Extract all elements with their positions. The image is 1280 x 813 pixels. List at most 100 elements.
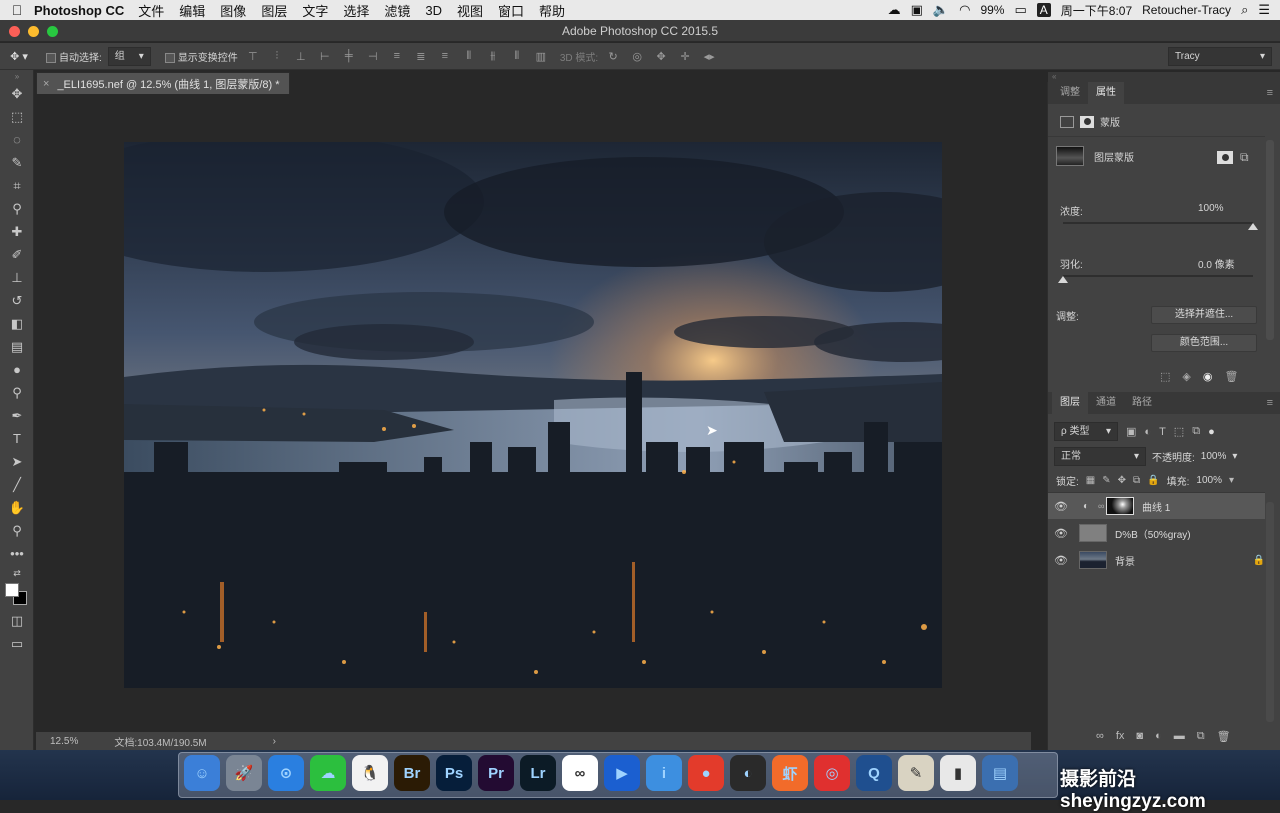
status-arrow-icon[interactable]: › [273,736,276,747]
tab-paths[interactable]: 路径 [1124,392,1160,414]
dock-textedit-icon[interactable]: ✎ [898,755,934,791]
zoom-tool-icon[interactable]: ⚲ [0,519,34,542]
menu-help[interactable]: 帮助 [539,1,565,20]
zoom-window-icon[interactable] [47,26,58,37]
show-transform-checkbox[interactable]: 显示变换控件 [164,49,238,64]
workspace-dropdown[interactable]: Tracy ▾ [1168,46,1272,66]
dock-baidu-netdisk-icon[interactable]: ∞ [562,755,598,791]
type-tool-icon[interactable]: T [0,427,34,450]
vector-mask-icon[interactable]: ⧉ [1240,150,1249,165]
align-left-icon[interactable]: ⊢ [316,50,334,63]
menu-type[interactable]: 文字 [302,1,328,20]
apply-mask-icon[interactable]: ◈ [1182,370,1190,383]
dodge-tool-icon[interactable]: ⚲ [0,381,34,404]
density-slider-thumb[interactable] [1248,223,1258,230]
close-tab-icon[interactable]: × [43,78,49,90]
layer-name[interactable]: 背景 [1115,553,1135,568]
document-image[interactable] [124,142,942,688]
menu-3d[interactable]: 3D [425,3,442,18]
lock-artboard-icon[interactable]: ⧉ [1133,475,1140,486]
dock-netease-music-icon[interactable]: ◎ [814,755,850,791]
3d-rotate-icon[interactable]: ↻ [604,50,622,63]
menu-edit[interactable]: 编辑 [179,1,205,20]
select-and-mask-button[interactable]: 选择并遮住... [1151,306,1257,324]
layer-filter-dropdown[interactable]: ρ 类型 ▾ [1054,422,1118,441]
auto-select-checkbox[interactable]: 自动选择: [46,49,102,64]
new-adjustment-icon[interactable]: ◐ [1155,730,1162,743]
screen-mode-icon[interactable]: ▭ [0,632,34,655]
properties-scrollbar[interactable] [1266,140,1274,340]
load-selection-icon[interactable]: ⬚ [1160,370,1170,383]
blur-tool-icon[interactable]: ● [0,358,34,381]
marquee-tool-icon[interactable]: ⬚ [0,105,34,128]
minimize-window-icon[interactable] [28,26,39,37]
layers-scrollbar[interactable] [1266,502,1274,722]
lock-pixels-icon[interactable]: ✎ [1102,475,1110,486]
healing-brush-tool-icon[interactable]: ✚ [0,220,34,243]
dock-xiami-icon[interactable]: 虾 [772,755,808,791]
filter-type-icon[interactable]: T [1159,426,1166,438]
layer-row-dodge-burn[interactable]: 👁 D%B（50%gray) [1048,520,1265,546]
hand-tool-icon[interactable]: ✋ [0,496,34,519]
user-name[interactable]: Retoucher-Tracy [1142,3,1231,17]
dock-recorder-icon[interactable]: ● [688,755,724,791]
dock-obs-icon[interactable]: ◐ [730,755,766,791]
toggle-mask-visibility-icon[interactable]: ◉ [1203,370,1213,383]
align-vcenter-icon[interactable]: ⫶ [268,50,286,63]
filter-smart-object-icon[interactable]: ⧉ [1192,425,1200,438]
close-window-icon[interactable] [9,26,20,37]
dock-1password-icon[interactable]: i [646,755,682,791]
swap-colors-icon[interactable]: ⇄ [0,565,34,581]
tab-properties[interactable]: 属性 [1088,82,1124,104]
dock-wechat-icon[interactable]: ☁ [310,755,346,791]
menu-image[interactable]: 图像 [220,1,246,20]
color-range-button[interactable]: 颜色范围... [1151,334,1257,352]
distribute-bottom-icon[interactable]: ≡ [436,50,454,62]
creative-cloud-icon[interactable]: ☁ [888,2,901,18]
distribute-right-icon[interactable]: ⫴ [508,50,526,63]
lock-all-icon[interactable]: 🔒 [1147,475,1159,486]
menu-file[interactable]: 文件 [138,1,164,20]
eye-icon[interactable]: 👁 [1048,527,1074,540]
align-right-icon[interactable]: ⊣ [364,50,382,63]
layer-name[interactable]: D%B（50%gray) [1115,526,1191,541]
tab-adjustments[interactable]: 调整 [1052,82,1088,104]
distribute-left-icon[interactable]: ⫴ [460,50,478,63]
chevron-down-icon[interactable]: ▾ [1232,451,1237,462]
align-top-icon[interactable]: ⊤ [244,50,262,63]
spotlight-icon[interactable]: ⌕ [1241,2,1248,18]
auto-align-icon[interactable]: ▥ [532,50,550,63]
eraser-tool-icon[interactable]: ◧ [0,312,34,335]
menu-window[interactable]: 窗口 [498,1,524,20]
pixel-mask-icon[interactable] [1060,115,1074,128]
menu-layer[interactable]: 图层 [261,1,287,20]
feather-value[interactable]: 0.0 像素 [1198,256,1235,271]
notification-center-icon[interactable]: ☰ [1258,2,1270,18]
screen-icon[interactable]: ▣ [911,2,923,18]
dock-keynote-icon[interactable]: ▤ [982,755,1018,791]
filter-pixel-icon[interactable]: ▣ [1126,425,1136,438]
align-hcenter-icon[interactable]: ╪ [340,50,358,62]
battery-icon[interactable]: ▭ [1014,2,1026,18]
pen-tool-icon[interactable]: ✒ [0,404,34,427]
dock-launchpad-icon[interactable]: 🚀 [226,755,262,791]
tab-channels[interactable]: 通道 [1088,392,1124,414]
line-tool-icon[interactable]: ╱ [0,473,34,496]
dock-bridge-icon[interactable]: Br [394,755,430,791]
new-group-icon[interactable]: ▬ [1174,730,1185,743]
distribute-hcenter-icon[interactable]: ⫵ [484,50,502,63]
dock-quicktime-icon[interactable]: Q [856,755,892,791]
dock-photoshop-icon[interactable]: Ps [436,755,472,791]
clock[interactable]: 周一下午8:07 [1061,2,1132,19]
brush-tool-icon[interactable]: ✐ [0,243,34,266]
feather-slider-thumb[interactable] [1058,276,1068,283]
panel-collapse-bar[interactable]: « [1048,72,1280,82]
filter-shape-icon[interactable]: ⬚ [1174,425,1184,438]
filter-toggle-icon[interactable]: ● [1208,426,1215,438]
dock-premiere-icon[interactable]: Pr [478,755,514,791]
eye-icon[interactable]: 👁 [1048,500,1074,513]
foreground-color-swatch[interactable] [5,583,19,597]
lasso-tool-icon[interactable]: ◌ [0,128,34,151]
delete-layer-icon[interactable]: 🗑 [1217,730,1231,743]
wifi-icon[interactable]: ◠ [959,2,970,18]
